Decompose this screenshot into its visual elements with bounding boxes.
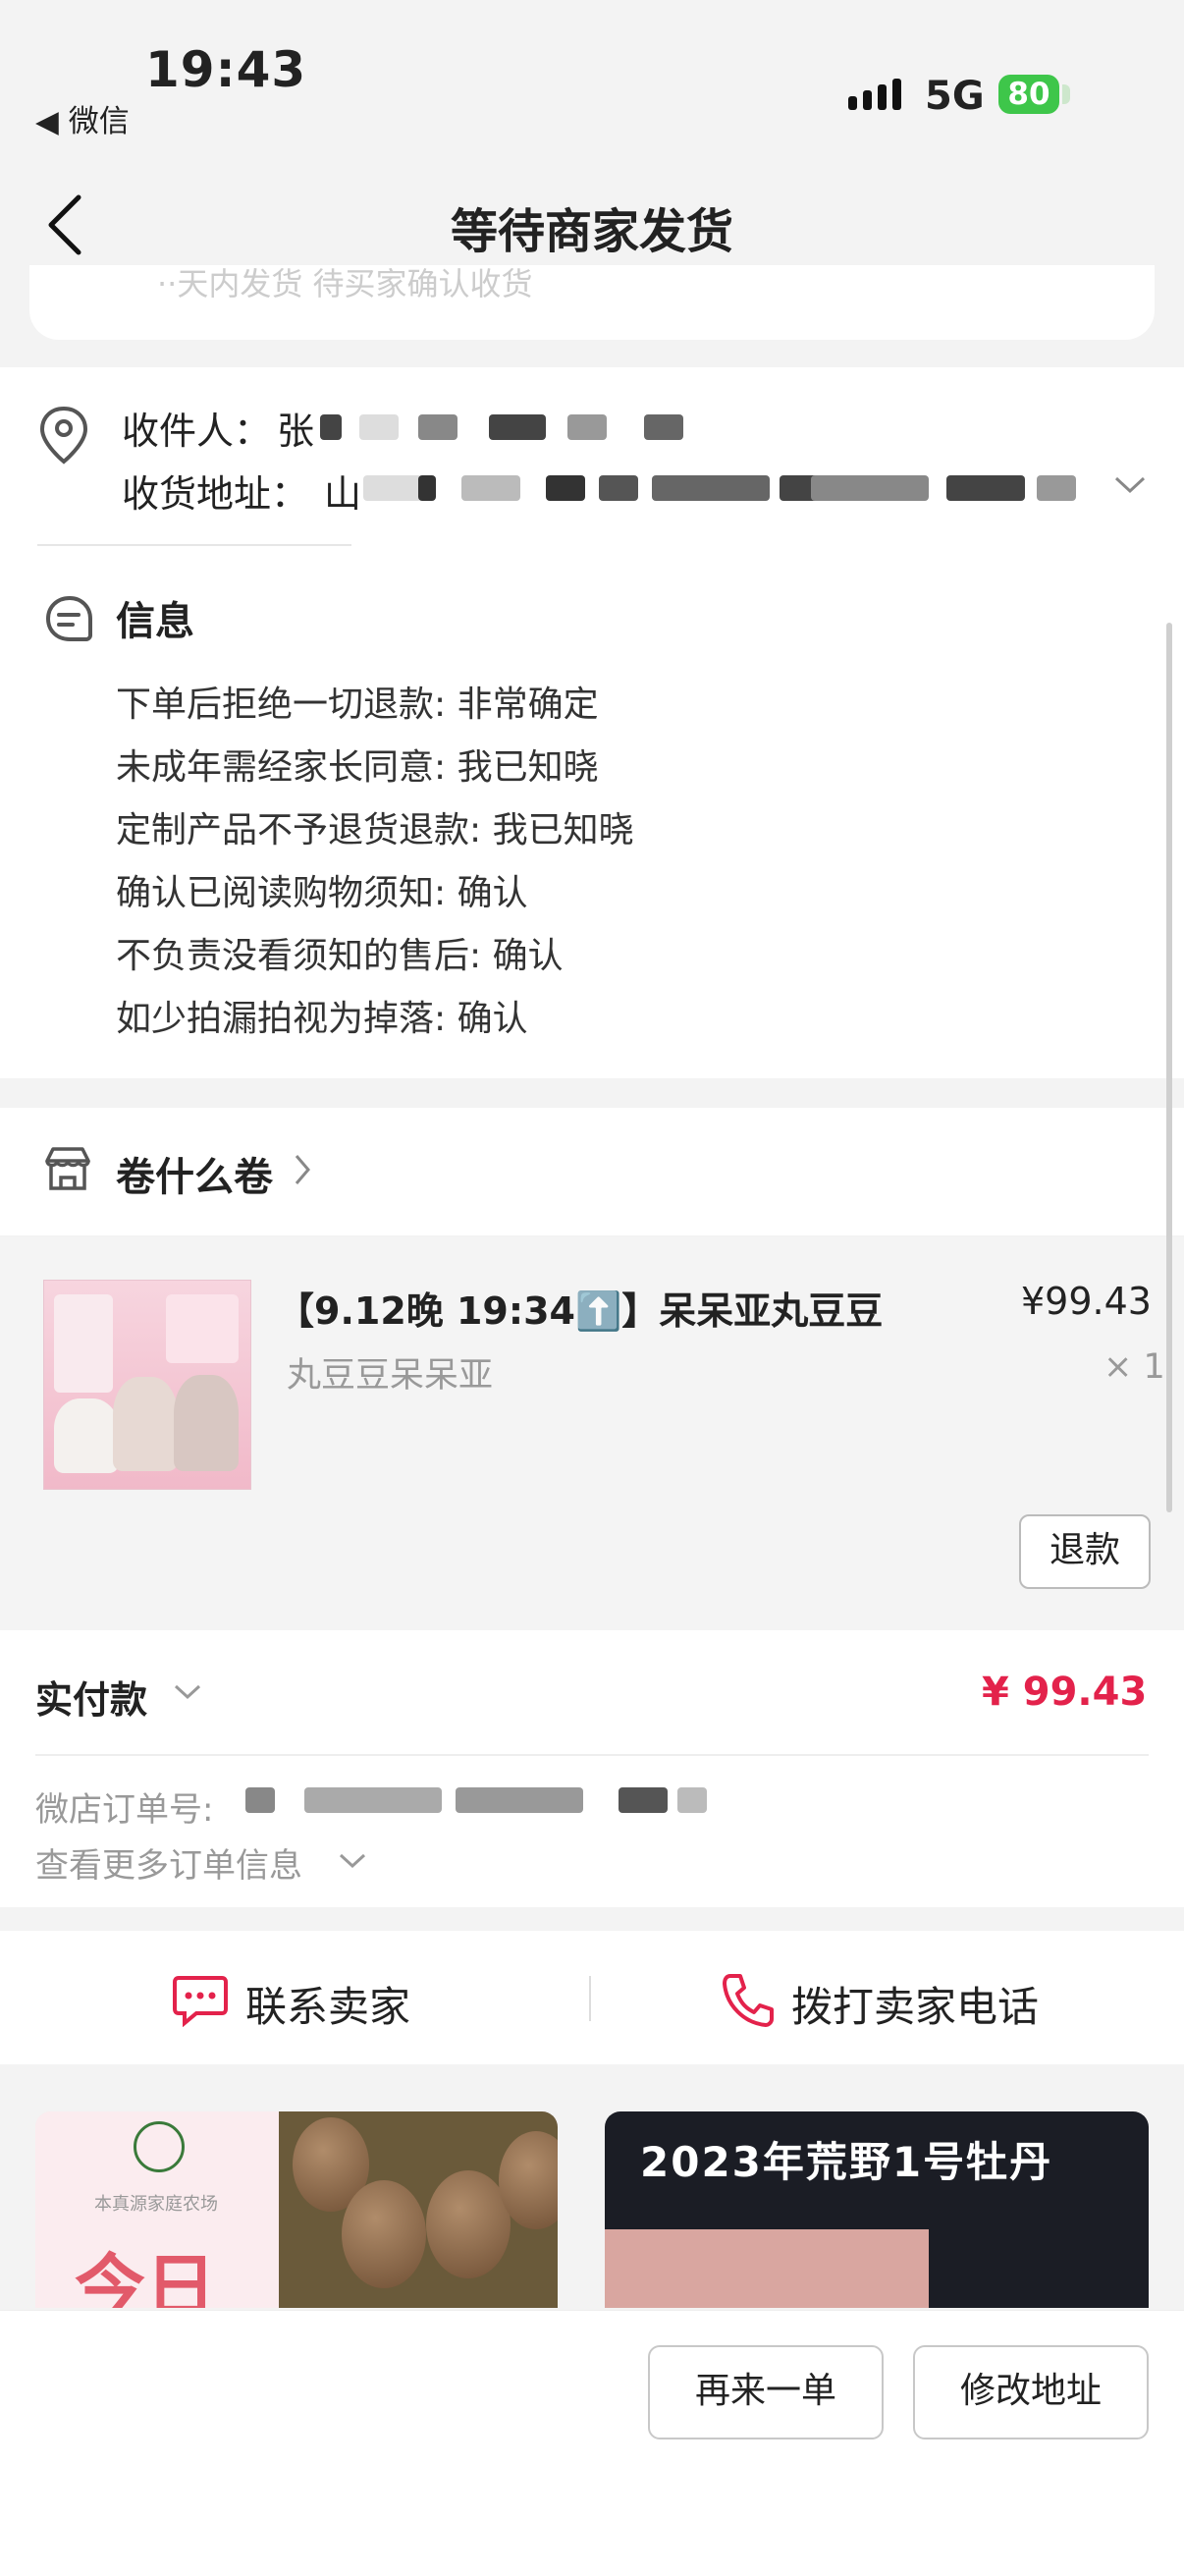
phone-icon[interactable] <box>719 1970 776 2029</box>
recommend-card[interactable]: 2023年荒野1号牡丹 <box>605 2111 1149 2308</box>
product-quantity: × 1 <box>1103 1347 1165 1387</box>
info-line: 下单后拒绝一切退款: 非常确定 <box>116 685 599 725</box>
product-thumbnail[interactable] <box>43 1280 251 1490</box>
reorder-button[interactable]: 再来一单 <box>648 2345 884 2439</box>
chat-icon[interactable] <box>171 1972 230 2027</box>
info-line: 确认已阅读购物须知: 确认 <box>116 873 528 913</box>
signal-icon <box>848 79 907 110</box>
info-line: 未成年需经家长同意: 我已知晓 <box>116 747 599 788</box>
contact-seller-button[interactable]: 联系卖家 <box>245 1974 410 2034</box>
store-icon <box>45 1147 90 1190</box>
chevron-right-icon[interactable] <box>293 1153 312 1186</box>
change-address-button[interactable]: 修改地址 <box>913 2345 1149 2439</box>
status-time: 19:43 <box>145 41 307 98</box>
divider <box>35 1754 1149 1756</box>
battery-tip <box>1062 84 1070 104</box>
recommend-image-kiwi <box>279 2111 558 2308</box>
recommend-card[interactable]: 本真源家庭农场 今日 <box>35 2111 558 2308</box>
page-title: 等待商家发货 <box>450 204 733 259</box>
more-order-info-link[interactable]: 查看更多订单信息 <box>35 1838 302 1887</box>
chevron-down-icon[interactable] <box>1113 475 1147 495</box>
recommend-big-text: 今日 <box>75 2246 217 2308</box>
message-info-icon <box>45 595 92 641</box>
address-label: 收货地址： <box>122 472 309 516</box>
chevron-down-icon[interactable] <box>173 1683 202 1701</box>
recommend-title: 2023年荒野1号牡丹 <box>640 2138 1053 2186</box>
recipient-label: 收件人： <box>122 410 272 453</box>
progress-faded-text: ··天内发货 待买家确认收货 <box>157 265 533 302</box>
order-number-label: 微店订单号: <box>35 1790 214 1830</box>
info-line: 定制产品不予退货退款: 我已知晓 <box>116 810 634 850</box>
info-title: 信息 <box>116 599 194 644</box>
recommend-brand: 本真源家庭农场 <box>94 2194 218 2215</box>
shop-name[interactable]: 卷什么卷 <box>116 1145 273 1202</box>
paid-amount: ¥ 99.43 <box>982 1670 1148 1715</box>
paid-amount-label[interactable]: 实付款 <box>35 1670 147 1724</box>
divider <box>589 1976 591 2021</box>
product-title[interactable]: 【9.12晚 19:34⬆️】呆呆亚丸豆豆 <box>277 1281 883 1335</box>
chevron-down-icon[interactable] <box>338 1852 367 1870</box>
network-type: 5G <box>925 74 985 119</box>
divider <box>37 544 351 546</box>
farm-logo-icon <box>134 2121 185 2172</box>
product-spec: 丸豆豆呆呆亚 <box>287 1356 494 1396</box>
scrollbar[interactable] <box>1166 623 1172 1512</box>
info-line: 不负责没看须知的售后: 确认 <box>116 936 564 976</box>
refund-button[interactable]: 退款 <box>1019 1514 1151 1589</box>
product-price: ¥99.43 <box>1021 1280 1152 1323</box>
battery-icon: 80 <box>998 75 1059 114</box>
recipient-name: 张 <box>277 410 315 453</box>
call-seller-button[interactable]: 拨打卖家电话 <box>791 1974 1039 2034</box>
address-value: 山 <box>324 472 362 516</box>
back-to-wechat[interactable]: ◀ 微信 <box>35 96 130 140</box>
location-pin-icon <box>39 406 88 465</box>
recommend-image-box <box>605 2229 929 2308</box>
info-line: 如少拍漏拍视为掉落: 确认 <box>116 999 528 1039</box>
